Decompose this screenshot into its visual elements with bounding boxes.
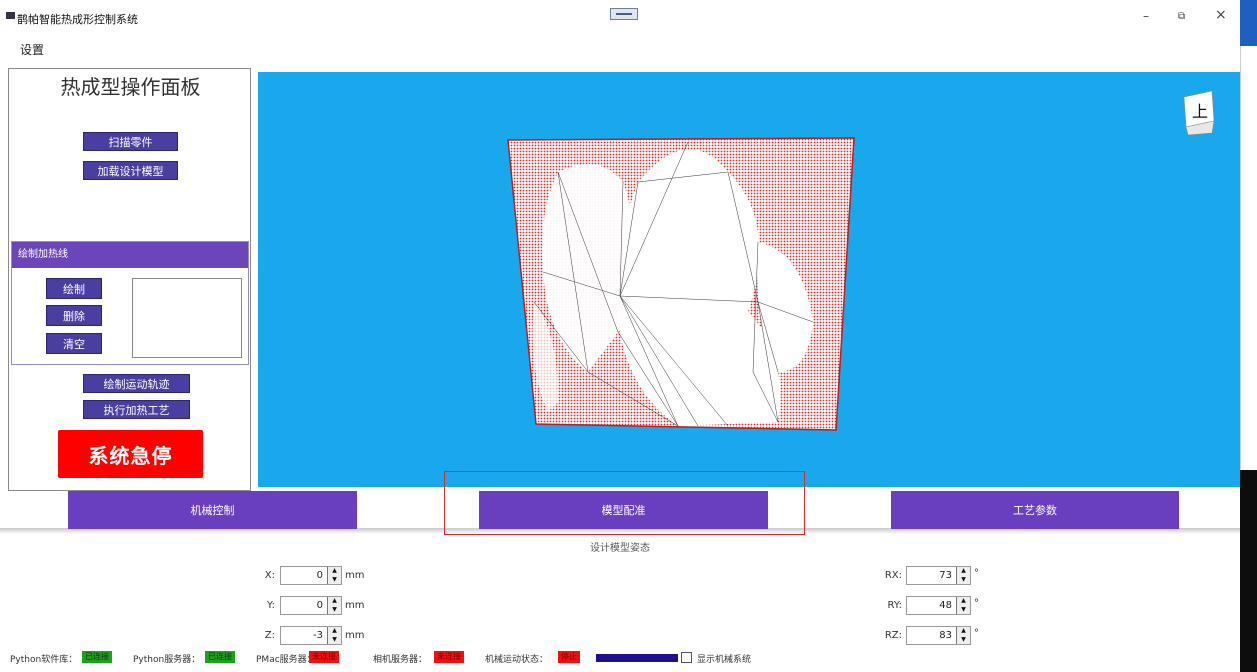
rx-stepper-icon[interactable]: ▲ ▼ [956,567,970,584]
progress-bar [596,654,678,662]
3d-viewport[interactable]: 上 [258,72,1240,487]
right-edge-header [1240,0,1257,46]
operation-panel: 热成型操作面板 扫描零件 加载设计模型 绘制加热线 绘制 删除 清空 绘制运动轨… [8,68,251,491]
x-spinbox[interactable]: 0 ▲ ▼ [280,566,342,585]
scan-part-button[interactable]: 扫描零件 [83,132,178,151]
load-design-model-button[interactable]: 加载设计模型 [83,161,178,180]
x-unit: mm [345,570,365,581]
rz-stepper-icon[interactable]: ▲ ▼ [956,627,970,644]
camera-server-status-badge: 未连接 [434,651,464,663]
y-stepper-icon[interactable]: ▲ ▼ [327,597,341,614]
rz-spinbox[interactable]: 83 ▲ ▼ [906,626,971,645]
view-cube-icon[interactable]: 上 [1178,87,1218,136]
show-machine-label: 显示机械系统 [697,655,752,665]
y-spinbox[interactable]: 0 ▲ ▼ [280,596,342,615]
python-server-label: Python服务器： [133,655,201,665]
restore-button[interactable]: ⧉ [1178,11,1185,22]
y-label: Y: [266,600,275,611]
tab-model-registration[interactable]: 模型配准 [479,491,768,529]
panel-title: 热成型操作面板 [60,75,201,99]
z-unit: mm [345,630,365,641]
app-window: 鹊帕智能热成形控制系统 – ⧉ × 设置 热成型操作面板 扫描零件 加载设计模型… [0,0,1257,672]
pose-section-title: 设计模型姿态 [590,543,650,554]
ry-stepper-icon[interactable]: ▲ ▼ [956,597,970,614]
python-server-status-badge: 已连接 [205,651,235,663]
motion-status-label: 机械运动状态： [485,655,549,665]
delete-button[interactable]: 删除 [46,305,102,326]
tab-machine-control[interactable]: 机械控制 [68,491,357,529]
ry-unit: ° [974,598,979,609]
point-cloud-model [507,137,855,431]
z-value[interactable]: -3 [281,627,327,644]
z-label: Z: [264,630,275,641]
app-icon [6,12,15,19]
rx-label: RX: [884,570,902,581]
motion-status-badge: 停止 [558,651,580,663]
rz-value[interactable]: 83 [907,627,956,644]
tab-process-params[interactable]: 工艺参数 [891,491,1179,529]
rz-label: RZ: [884,630,902,641]
python-lib-status-badge: 已连接 [82,651,112,663]
menu-settings[interactable]: 设置 [20,41,44,58]
emergency-stop-button[interactable]: 系统急停 [58,430,203,478]
show-machine-checkbox[interactable] [681,652,692,663]
rx-spinbox[interactable]: 73 ▲ ▼ [906,566,971,585]
minimize-button[interactable]: – [1143,9,1149,23]
clear-button[interactable]: 清空 [46,333,102,354]
x-label: X: [264,570,275,581]
rx-unit: ° [974,568,979,579]
window-title: 鹊帕智能热成形控制系统 [17,13,138,26]
pmac-server-label: PMac服务器： [256,655,316,665]
close-button[interactable]: × [1215,7,1227,23]
execute-heating-button[interactable]: 执行加热工艺 [83,400,190,419]
heating-line-group: 绘制加热线 绘制 删除 清空 [11,241,249,365]
heating-line-preview [132,278,242,358]
z-stepper-icon[interactable]: ▲ ▼ [327,627,341,644]
drag-handle-icon[interactable] [610,8,638,20]
draw-button[interactable]: 绘制 [46,278,102,299]
x-stepper-icon[interactable]: ▲ ▼ [327,567,341,584]
right-edge-dark-panel [1240,470,1257,672]
y-unit: mm [345,600,365,611]
z-spinbox[interactable]: -3 ▲ ▼ [280,626,342,645]
group-header: 绘制加热线 [12,242,248,268]
pmac-server-status-badge: 未连接 [309,651,339,663]
rz-unit: ° [974,628,979,639]
title-bar: 鹊帕智能热成形控制系统 – ⧉ × [0,0,1240,30]
draw-trajectory-button[interactable]: 绘制运动轨迹 [83,374,190,393]
camera-server-label: 相机服务器： [373,655,428,665]
x-value[interactable]: 0 [281,567,327,584]
python-lib-label: Python软件库： [10,655,78,665]
y-value[interactable]: 0 [281,597,327,614]
view-cube-face-label: 上 [1192,102,1208,121]
ry-spinbox[interactable]: 48 ▲ ▼ [906,596,971,615]
rx-value[interactable]: 73 [907,567,956,584]
ry-label: RY: [887,600,902,611]
ry-value[interactable]: 48 [907,597,956,614]
